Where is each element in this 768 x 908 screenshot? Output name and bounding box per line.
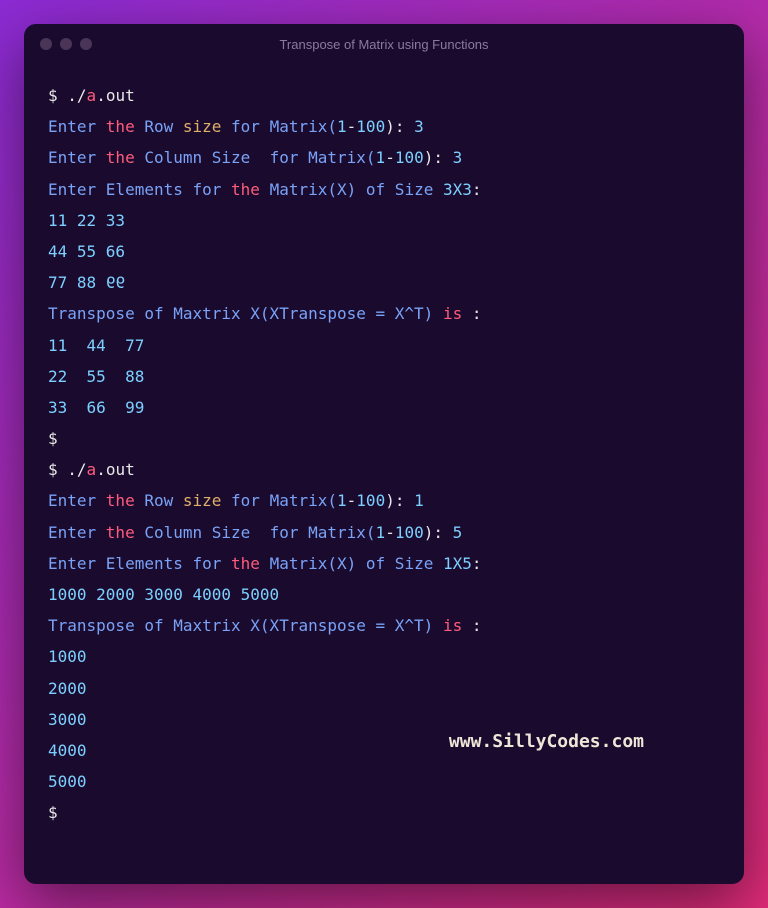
traffic-lights — [40, 38, 92, 50]
terminal-line: 1000 — [48, 641, 720, 672]
terminal-line: Enter the Column Size for Matrix(1-100):… — [48, 142, 720, 173]
minimize-icon[interactable] — [60, 38, 72, 50]
terminal-line: Enter the Row size for Matrix(1-100): 1 — [48, 485, 720, 516]
close-icon[interactable] — [40, 38, 52, 50]
terminal-line: 22 55 88 — [48, 361, 720, 392]
terminal-line: Enter Elements for the Matrix(X) of Size… — [48, 174, 720, 205]
terminal-line: Transpose of Maxtrix X(XTranspose = X^T)… — [48, 610, 720, 641]
terminal-window: Transpose of Matrix using Functions $ ./… — [24, 24, 744, 884]
terminal-body[interactable]: $ ./a.out Enter the Row size for Matrix(… — [24, 64, 744, 884]
terminal-line: $ — [48, 423, 720, 454]
terminal-line: Enter Elements for the Matrix(X) of Size… — [48, 548, 720, 579]
window-title: Transpose of Matrix using Functions — [40, 37, 728, 52]
terminal-line: 44 55 66 — [48, 236, 720, 267]
terminal-line: $ ./a.out — [48, 80, 720, 111]
terminal-line: 1000 2000 3000 4000 5000 — [48, 579, 720, 610]
terminal-line: 5000 — [48, 766, 720, 797]
maximize-icon[interactable] — [80, 38, 92, 50]
terminal-line: 11 44 77 — [48, 330, 720, 361]
terminal-line: Enter the Row size for Matrix(1-100): 3 — [48, 111, 720, 142]
terminal-line: $ — [48, 797, 720, 828]
terminal-line: $ ./a.out — [48, 454, 720, 485]
watermark: www.SillyCodes.com — [449, 724, 644, 759]
terminal-line: 77 88 99 — [48, 267, 720, 298]
terminal-line: 33 66 99 — [48, 392, 720, 423]
terminal-line: Transpose of Maxtrix X(XTranspose = X^T)… — [48, 298, 720, 329]
title-bar: Transpose of Matrix using Functions — [24, 24, 744, 64]
terminal-line: Enter the Column Size for Matrix(1-100):… — [48, 517, 720, 548]
terminal-line: 2000 — [48, 673, 720, 704]
terminal-line: 11 22 33 — [48, 205, 720, 236]
